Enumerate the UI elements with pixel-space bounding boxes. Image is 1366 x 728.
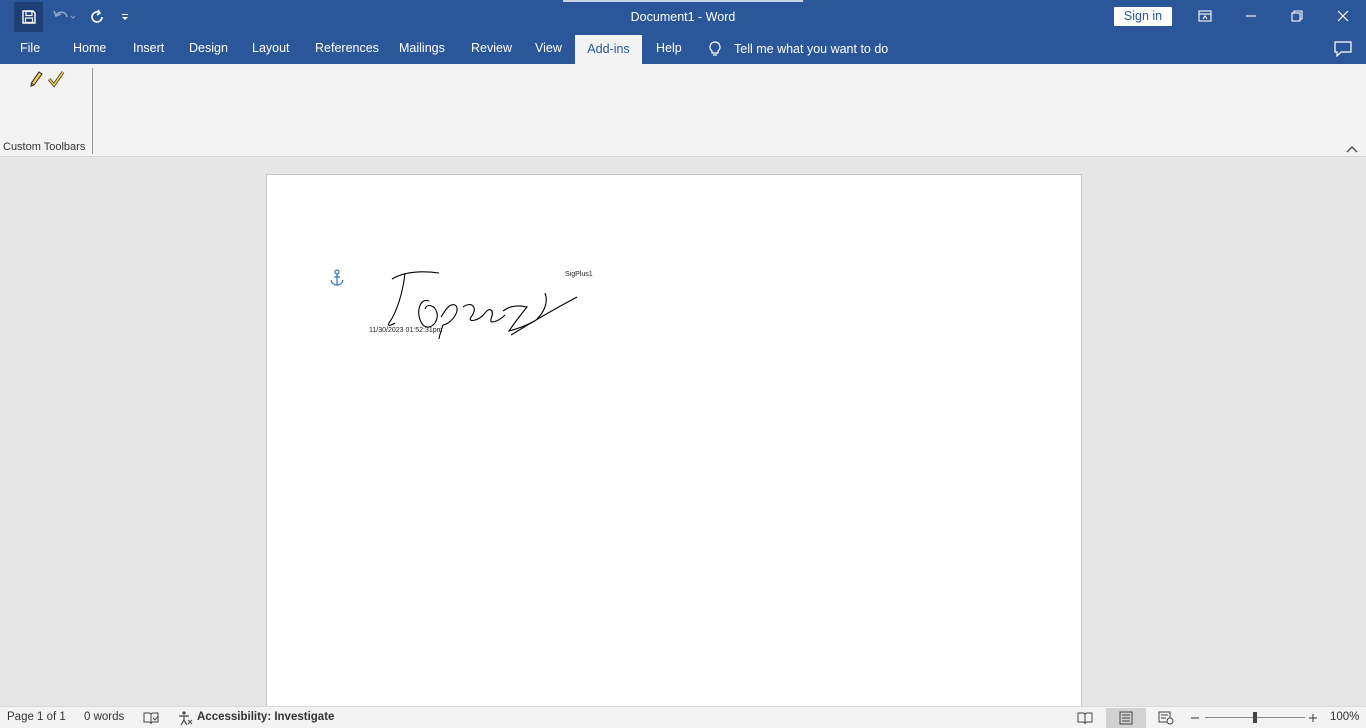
tab-help[interactable]: Help [644, 34, 694, 64]
restore-icon [1291, 10, 1303, 22]
lightbulb-icon [709, 41, 721, 56]
document-canvas[interactable]: SigPlus1 11/30/2023 01:52:31pm [0, 157, 1366, 706]
close-icon [1337, 10, 1349, 22]
comment-icon [1334, 41, 1352, 57]
tab-references[interactable]: References [303, 34, 391, 64]
read-mode-icon [1077, 712, 1093, 725]
tab-review[interactable]: Review [459, 34, 524, 64]
signature-label: SigPlus1 [565, 271, 593, 278]
tab-insert[interactable]: Insert [121, 34, 176, 64]
undo-icon [53, 10, 75, 19]
collapse-ribbon-button[interactable] [1345, 143, 1359, 155]
title-accent-bar [563, 0, 803, 2]
anchor-icon[interactable] [329, 269, 345, 287]
minus-icon [1191, 717, 1199, 719]
web-layout-button[interactable] [1156, 710, 1176, 726]
tell-me-search[interactable]: Tell me what you want to do [708, 34, 888, 64]
document-title: Document1 - Word [630, 10, 736, 24]
close-button[interactable] [1320, 0, 1366, 32]
print-layout-button[interactable] [1106, 708, 1146, 728]
accessibility-status[interactable]: Accessibility: Investigate [197, 707, 334, 728]
tell-me-label: Tell me what you want to do [734, 42, 889, 56]
zoom-slider-thumb[interactable] [1253, 712, 1257, 723]
restore-button[interactable] [1274, 0, 1320, 32]
web-layout-icon [1158, 711, 1174, 725]
tab-mailings[interactable]: Mailings [387, 34, 457, 64]
redo-icon [91, 9, 103, 23]
tab-home[interactable]: Home [61, 34, 118, 64]
tab-view[interactable]: View [523, 34, 574, 64]
undo-button[interactable] [50, 6, 78, 28]
proofing-button[interactable] [143, 710, 159, 726]
status-bar: Page 1 of 1 0 words Accessibility: Inves… [0, 706, 1366, 728]
ribbon-display-options-button[interactable] [1182, 0, 1228, 32]
signature-timestamp: 11/30/2023 01:52:31pm [369, 327, 443, 334]
page-count[interactable]: Page 1 of 1 [7, 707, 66, 728]
checkmark-button[interactable] [47, 70, 65, 88]
tab-design[interactable]: Design [177, 34, 240, 64]
group-separator [92, 68, 93, 154]
title-bar: Document1 - Word Sign in [0, 0, 1366, 34]
checkmark-icon [47, 71, 65, 88]
redo-button[interactable] [86, 6, 108, 28]
sign-in-button[interactable]: Sign in [1114, 7, 1172, 26]
ribbon-tab-bar: File Home Insert Design Layout Reference… [0, 34, 1366, 64]
save-button[interactable] [14, 2, 43, 32]
ribbon-panel: Custom Toolbars [0, 64, 1366, 157]
tab-layout[interactable]: Layout [240, 34, 302, 64]
zoom-out-button[interactable] [1189, 710, 1201, 726]
minimize-button[interactable] [1228, 0, 1274, 32]
tab-add-ins[interactable]: Add-ins [575, 35, 642, 64]
group-label-custom-toolbars: Custom Toolbars [3, 141, 86, 153]
tab-file[interactable]: File [8, 34, 52, 64]
read-mode-button[interactable] [1075, 710, 1095, 726]
print-layout-icon [1119, 711, 1133, 725]
zoom-level[interactable]: 100% [1330, 707, 1359, 728]
comments-button[interactable] [1332, 40, 1354, 58]
document-page[interactable]: SigPlus1 11/30/2023 01:52:31pm [266, 174, 1082, 706]
minimize-icon [1246, 15, 1256, 17]
word-count[interactable]: 0 words [84, 707, 124, 728]
dropdown-arrow-icon [122, 14, 128, 20]
accessibility-icon [179, 711, 193, 726]
plus-icon [1309, 714, 1317, 722]
pencil-button[interactable] [27, 70, 45, 88]
chevron-up-icon [1346, 146, 1358, 153]
customize-qat-button[interactable] [118, 6, 132, 28]
save-icon [21, 10, 36, 24]
ribbon-display-icon [1198, 10, 1212, 22]
proofing-book-icon [143, 712, 159, 725]
accessibility-icon-button[interactable] [177, 710, 193, 726]
zoom-in-button[interactable] [1307, 710, 1319, 726]
pencil-icon [30, 71, 43, 87]
